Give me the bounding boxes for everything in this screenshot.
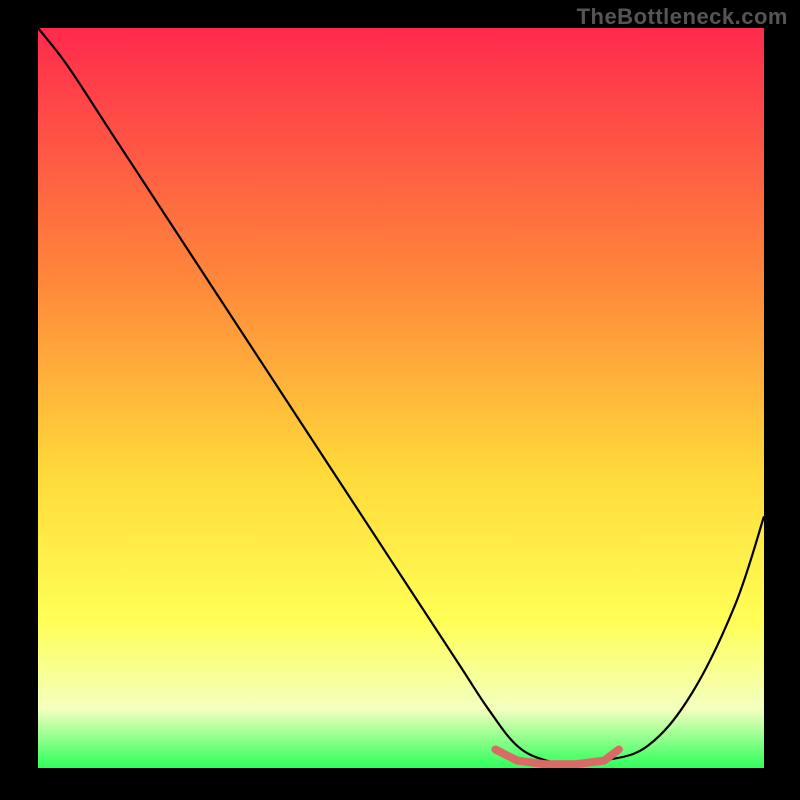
plot-area <box>38 28 764 768</box>
gradient-background <box>38 28 764 768</box>
watermark-text: TheBottleneck.com <box>577 4 788 30</box>
chart-svg <box>38 28 764 768</box>
chart-frame: TheBottleneck.com <box>0 0 800 800</box>
